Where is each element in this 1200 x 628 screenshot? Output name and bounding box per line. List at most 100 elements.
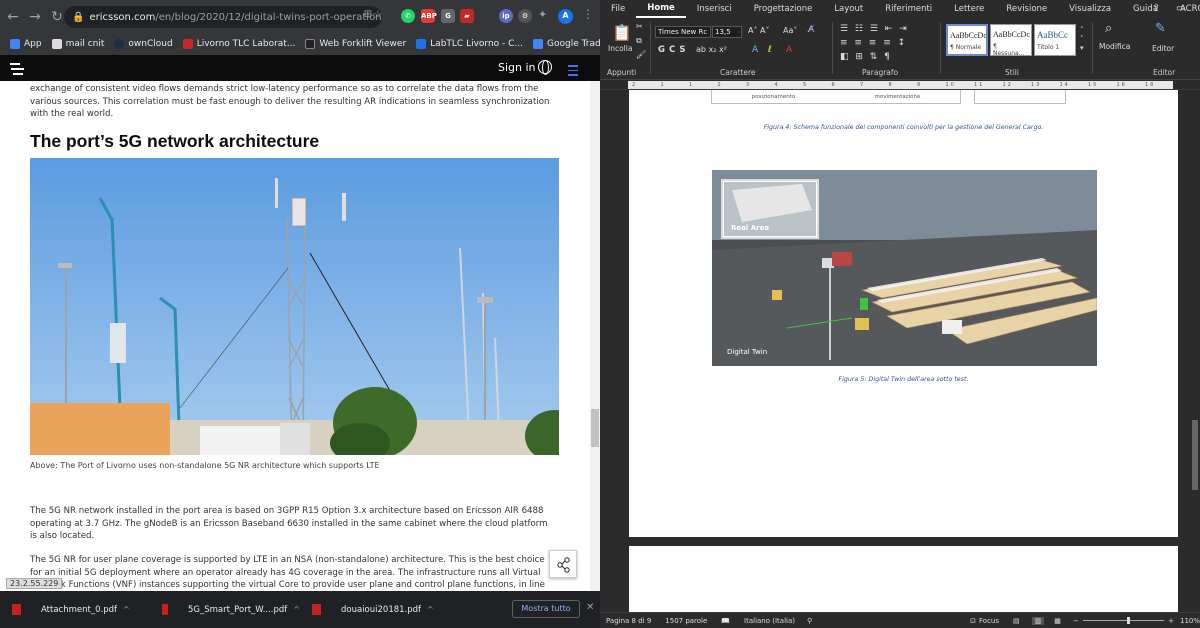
- clipboard-icon[interactable]: 📋: [612, 23, 632, 42]
- bookmark-item[interactable]: ownCloud: [114, 39, 173, 49]
- scrollbar-thumb[interactable]: [1192, 420, 1198, 490]
- extension-icon[interactable]: ▰: [460, 9, 474, 23]
- download-item[interactable]: Attachment_0.pdf ^: [0, 604, 150, 615]
- menu-icon[interactable]: [568, 62, 578, 79]
- styles-scroll-icon[interactable]: ˄ ˅ ▾: [1080, 26, 1084, 53]
- chevron-up-icon[interactable]: ^: [123, 605, 130, 614]
- format-painter-icon[interactable]: 🖌: [636, 50, 646, 59]
- site-header: Sign in: [0, 55, 600, 81]
- cut-icon[interactable]: ✂: [636, 22, 643, 31]
- document-page: posizionamento movimentazione Figura 4: …: [629, 90, 1178, 537]
- chevron-up-icon[interactable]: ^: [427, 605, 434, 614]
- signin-link[interactable]: Sign in: [498, 61, 536, 74]
- page-count[interactable]: Pagina 8 di 9: [606, 617, 651, 625]
- editor-pen-icon[interactable]: ✎: [1155, 21, 1166, 36]
- bookmark-item[interactable]: mail cnit: [51, 39, 104, 49]
- grammar-icon[interactable]: G: [441, 9, 455, 23]
- style-normale[interactable]: AaBbCcDc ¶ Normale: [946, 24, 988, 56]
- web-layout-icon[interactable]: ▦: [1054, 617, 1061, 625]
- port-photo: [30, 158, 559, 455]
- tab-home[interactable]: Home: [636, 0, 686, 18]
- tab-revisione[interactable]: Revisione: [995, 4, 1058, 14]
- style-nessuna[interactable]: AaBbCcDc ¶ Nessuna...: [990, 24, 1032, 57]
- share-button[interactable]: [549, 550, 577, 578]
- tab-lettere[interactable]: Lettere: [943, 4, 995, 14]
- tab-layout[interactable]: Layout: [823, 4, 874, 14]
- bookmark-star-icon[interactable]: ☆: [373, 8, 383, 21]
- modifica-button[interactable]: Modifica: [1099, 42, 1130, 51]
- highlight-icon[interactable]: ℓ: [768, 45, 772, 55]
- ip-badge: 23.2.55.229: [6, 578, 63, 589]
- font-size-select[interactable]: 13,5: [712, 26, 742, 38]
- read-mode-icon[interactable]: ▤: [1013, 617, 1020, 625]
- comments-icon[interactable]: ▭: [1176, 3, 1185, 14]
- focus-icon[interactable]: ⊡: [970, 617, 976, 625]
- forward-icon[interactable]: →: [26, 9, 44, 25]
- whatsapp-icon[interactable]: ✆: [401, 9, 415, 23]
- clear-format-icon[interactable]: A̸: [808, 25, 814, 35]
- style-titolo1[interactable]: AaBbCc Titolo 1: [1034, 24, 1076, 56]
- tab-guida[interactable]: Guida: [1122, 4, 1169, 14]
- focus-button[interactable]: Focus: [979, 617, 999, 625]
- strikethrough-icon[interactable]: ab x₂ x²: [696, 45, 727, 54]
- shading-icons[interactable]: ◧ ⊞ ⇅ ¶: [840, 52, 892, 62]
- find-icon[interactable]: ⌕: [1105, 21, 1112, 36]
- address-bar[interactable]: 🔒 ericsson.com /en/blog/2020/12/digital-…: [64, 6, 382, 28]
- bookmark-item[interactable]: Livorno TLC Laborat...: [182, 39, 295, 49]
- bookmark-item[interactable]: App: [10, 39, 42, 49]
- print-layout-icon[interactable]: ▥: [1031, 616, 1045, 625]
- language[interactable]: Italiano (Italia): [744, 617, 795, 625]
- zoom-slider-thumb[interactable]: [1126, 617, 1130, 624]
- share-doc-icon[interactable]: ⇪: [1152, 3, 1160, 14]
- close-icon[interactable]: ✕: [586, 602, 594, 613]
- tab-visualizza[interactable]: Visualizza: [1058, 4, 1122, 14]
- word-count[interactable]: 1507 parole: [665, 617, 707, 625]
- grow-font-icon[interactable]: A˄ A˅: [748, 26, 770, 35]
- document-scrollbar[interactable]: [1190, 90, 1200, 612]
- puzzle-icon[interactable]: ✦: [538, 8, 547, 21]
- tab-progettazione[interactable]: Progettazione: [743, 4, 824, 14]
- zoom-in-icon[interactable]: +: [1168, 617, 1174, 625]
- tab-riferimenti[interactable]: Riferimenti: [874, 4, 943, 14]
- pdf-icon: [162, 604, 168, 615]
- ribbon-divider: [832, 22, 833, 74]
- zoom-out-icon[interactable]: −: [1073, 617, 1079, 625]
- settings-extension-icon[interactable]: ⚙: [518, 9, 532, 23]
- list-icons[interactable]: ☰ ☷ ☰ ⇤ ⇥: [840, 24, 909, 34]
- align-icons[interactable]: ≡ ≡ ≡ ≡ ↕: [840, 38, 907, 48]
- bold-italic-underline-icons[interactable]: GCS: [658, 45, 690, 55]
- adblock-icon[interactable]: ABP: [421, 9, 437, 23]
- article-body: exchange of consistent video flows deman…: [0, 81, 590, 603]
- zoom-level[interactable]: 110%: [1180, 617, 1200, 625]
- font-name-select[interactable]: Times New Rc: [655, 26, 711, 38]
- proofing-icon[interactable]: 📖: [721, 617, 730, 625]
- paste-button[interactable]: Incolla: [608, 44, 632, 53]
- avatar[interactable]: A: [558, 9, 573, 24]
- download-filename: 5G_Smart_Port_W....pdf: [187, 604, 288, 615]
- tab-inserisci[interactable]: Inserisci: [686, 4, 743, 14]
- chevron-up-icon[interactable]: ^: [293, 605, 300, 614]
- accessibility-icon[interactable]: ⚲: [807, 617, 812, 625]
- bookmark-label: Google Traduttore: [547, 39, 600, 49]
- download-item[interactable]: douaioui20181.pdf ^: [300, 604, 450, 615]
- download-item[interactable]: 5G_Smart_Port_W....pdf ^: [150, 604, 300, 615]
- bookmark-item[interactable]: Google Traduttore: [533, 39, 600, 49]
- bookmark-item[interactable]: LabTLC Livorno - C...: [416, 39, 523, 49]
- back-icon[interactable]: ←: [4, 9, 22, 25]
- bookmark-item[interactable]: Web Forklift Viewer: [305, 39, 406, 49]
- copy-icon[interactable]: ⧉: [636, 36, 642, 46]
- more-menu-icon[interactable]: ⋮: [582, 7, 594, 21]
- globe-icon[interactable]: [538, 60, 552, 75]
- show-all-button[interactable]: Mostra tutto: [512, 600, 580, 618]
- page-scrollbar[interactable]: [590, 81, 600, 591]
- text-effects-icon[interactable]: A: [752, 45, 758, 55]
- ip-extension-icon[interactable]: ip: [499, 9, 513, 23]
- font-color-icon[interactable]: A: [786, 45, 792, 55]
- change-case-icon[interactable]: Aa˅: [783, 26, 797, 35]
- zoom-slider[interactable]: [1082, 617, 1165, 624]
- scrollbar-thumb[interactable]: [591, 409, 599, 447]
- ericsson-logo[interactable]: [10, 60, 24, 76]
- editor-button[interactable]: Editor: [1152, 44, 1174, 53]
- article-paragraph: The 5G NR network installed in the port …: [30, 506, 548, 541]
- tab-file[interactable]: File: [600, 4, 636, 14]
